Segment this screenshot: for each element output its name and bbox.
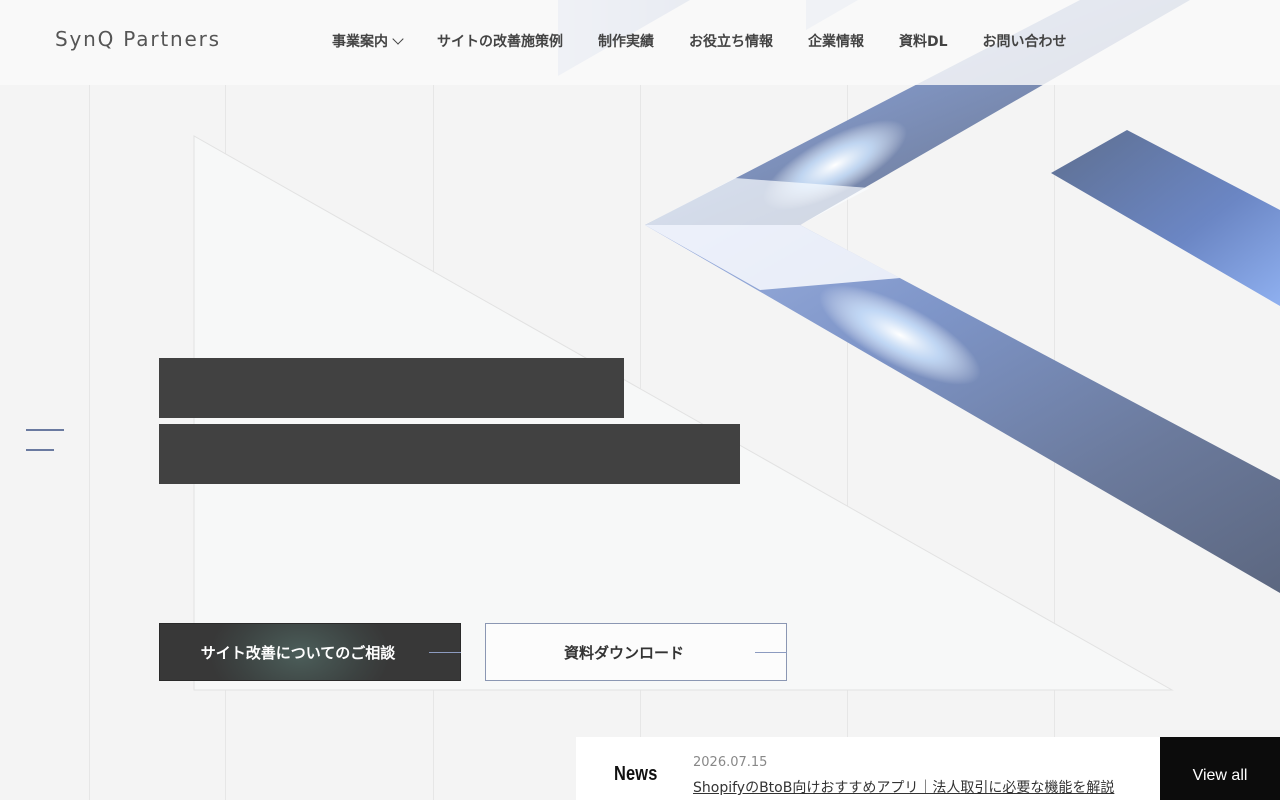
site-header: SynQ Partners 事業案内 サイトの改善施策例 制作実績 お役立ち情報…: [0, 0, 1280, 85]
nav-item-contact[interactable]: お問い合わせ: [983, 31, 1067, 51]
download-button[interactable]: 資料ダウンロード: [485, 623, 787, 681]
nav-item-company[interactable]: 企業情報: [808, 31, 864, 51]
button-line-decoration: [755, 652, 787, 653]
view-all-button[interactable]: View all: [1160, 737, 1280, 800]
consultation-button-label: サイト改善についてのご相談: [200, 643, 396, 662]
page: SynQ Partners 事業案内 サイトの改善施策例 制作実績 お役立ち情報…: [0, 0, 1280, 800]
news-label: News: [614, 763, 658, 785]
nav-item-improvement-examples[interactable]: サイトの改善施策例: [437, 31, 563, 51]
hero-headline-line-2: [159, 424, 740, 484]
nav-item-label: 事業案内: [332, 34, 388, 50]
consultation-button[interactable]: サイト改善についてのご相談: [159, 623, 461, 681]
news-bar: News 2026.07.15 ShopifyのBtoB向けおすすめアプリ｜法人…: [576, 737, 1280, 800]
button-line-decoration: [429, 652, 461, 653]
hamburger-line: [26, 429, 64, 431]
chevron-down-icon: [392, 33, 404, 45]
nav-item-label: 制作実績: [598, 34, 654, 50]
nav-item-useful-info[interactable]: お役立ち情報: [689, 31, 773, 51]
nav-item-label: 資料DL: [899, 34, 948, 50]
news-date: 2026.07.15: [693, 755, 768, 770]
nav-item-works[interactable]: 制作実績: [598, 31, 654, 51]
news-title-link[interactable]: ShopifyのBtoB向けおすすめアプリ｜法人取引に必要な機能を解説: [693, 777, 1117, 797]
nav-item-label: サイトの改善施策例: [437, 34, 563, 50]
nav-item-download[interactable]: 資料DL: [899, 31, 948, 51]
nav-item-label: お問い合わせ: [982, 34, 1067, 50]
nav-item-label: お役立ち情報: [689, 34, 773, 50]
hero-headline-line-1: [159, 358, 624, 418]
site-logo[interactable]: SynQ Partners: [55, 27, 221, 51]
main-nav: 事業案内 サイトの改善施策例 制作実績 お役立ち情報 企業情報 資料DL お問い…: [332, 31, 1067, 51]
nav-item-label: 企業情報: [808, 34, 864, 50]
download-button-label: 資料ダウンロード: [563, 643, 684, 662]
hamburger-line: [26, 449, 54, 451]
hamburger-icon[interactable]: [26, 428, 66, 454]
nav-item-services[interactable]: 事業案内: [332, 31, 404, 51]
